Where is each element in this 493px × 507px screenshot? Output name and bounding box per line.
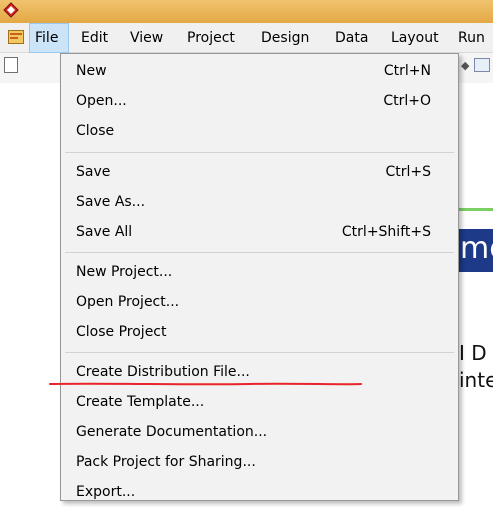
new-document-icon[interactable] — [4, 57, 18, 73]
menu-item-shortcut: Ctrl+Shift+S — [341, 224, 431, 240]
background-banner: me — [459, 229, 493, 272]
menu-project[interactable]: Project — [187, 23, 235, 53]
menu-item-label: Close Project — [76, 324, 167, 340]
toolbar-button-icon[interactable] — [474, 58, 490, 72]
menu-design[interactable]: Design — [261, 23, 309, 53]
menu-item-shortcut: Ctrl+S — [385, 164, 431, 180]
background-text-line: inte — [459, 368, 493, 392]
menu-separator — [65, 352, 454, 353]
background-divider — [459, 208, 493, 211]
red-underline-annotation — [49, 382, 362, 386]
menu-edit[interactable]: Edit — [81, 23, 108, 53]
menu-item-open-project[interactable]: Open Project... — [61, 287, 458, 317]
menu-item-label: Create Template... — [76, 394, 205, 410]
menu-item-pack-project-for-sharing[interactable]: Pack Project for Sharing... — [61, 447, 458, 477]
menu-item-save-as[interactable]: Save As... — [61, 187, 458, 217]
menu-item-close[interactable]: Close — [61, 116, 458, 146]
menu-item-save-all[interactable]: Save All Ctrl+Shift+S — [61, 217, 458, 247]
menu-item-close-project[interactable]: Close Project — [61, 317, 458, 347]
background-banner-text: me — [460, 231, 493, 266]
menu-separator — [65, 152, 454, 153]
menu-item-new[interactable]: New Ctrl+N — [61, 56, 458, 86]
menu-item-label: Close — [76, 123, 115, 139]
menu-item-label: Open Project... — [76, 294, 180, 310]
menu-item-generate-documentation[interactable]: Generate Documentation... — [61, 417, 458, 447]
menu-item-label: Open... — [76, 93, 127, 109]
menu-run[interactable]: Run — [458, 23, 485, 53]
menu-item-label: Export... — [76, 484, 136, 500]
menu-item-open[interactable]: Open... Ctrl+O — [61, 86, 458, 116]
toolbar-separator-icon: ◆ — [461, 59, 470, 72]
window-menu-icon[interactable] — [8, 30, 24, 44]
menu-separator — [65, 252, 454, 253]
menu-item-label: New — [76, 63, 107, 79]
menu-item-save[interactable]: Save Ctrl+S — [61, 157, 458, 187]
menu-bar: File Edit View Project Design Data Layou… — [0, 23, 493, 53]
menu-item-shortcut: Ctrl+N — [383, 63, 431, 79]
menu-item-shortcut: Ctrl+O — [383, 93, 431, 109]
menu-item-label: Pack Project for Sharing... — [76, 454, 256, 470]
menu-item-label: Save As... — [76, 194, 146, 210]
menu-item-label: Save — [76, 164, 111, 180]
menu-item-new-project[interactable]: New Project... — [61, 257, 458, 287]
menu-item-label: New Project... — [76, 264, 173, 280]
menu-item-label: Save All — [76, 224, 133, 240]
file-menu-dropdown: New Ctrl+N Open... Ctrl+O Close Save Ctr… — [60, 53, 459, 501]
menu-data[interactable]: Data — [335, 23, 368, 53]
menu-item-label: Generate Documentation... — [76, 424, 268, 440]
title-bar — [0, 0, 493, 23]
menu-item-create-template[interactable]: Create Template... — [61, 387, 458, 417]
menu-item-export[interactable]: Export... — [61, 477, 458, 507]
menu-view[interactable]: View — [130, 23, 163, 53]
app-icon — [3, 2, 19, 18]
menu-file[interactable]: File — [29, 23, 69, 53]
menu-layout[interactable]: Layout — [391, 23, 439, 53]
background-text-line: I D — [459, 341, 487, 365]
